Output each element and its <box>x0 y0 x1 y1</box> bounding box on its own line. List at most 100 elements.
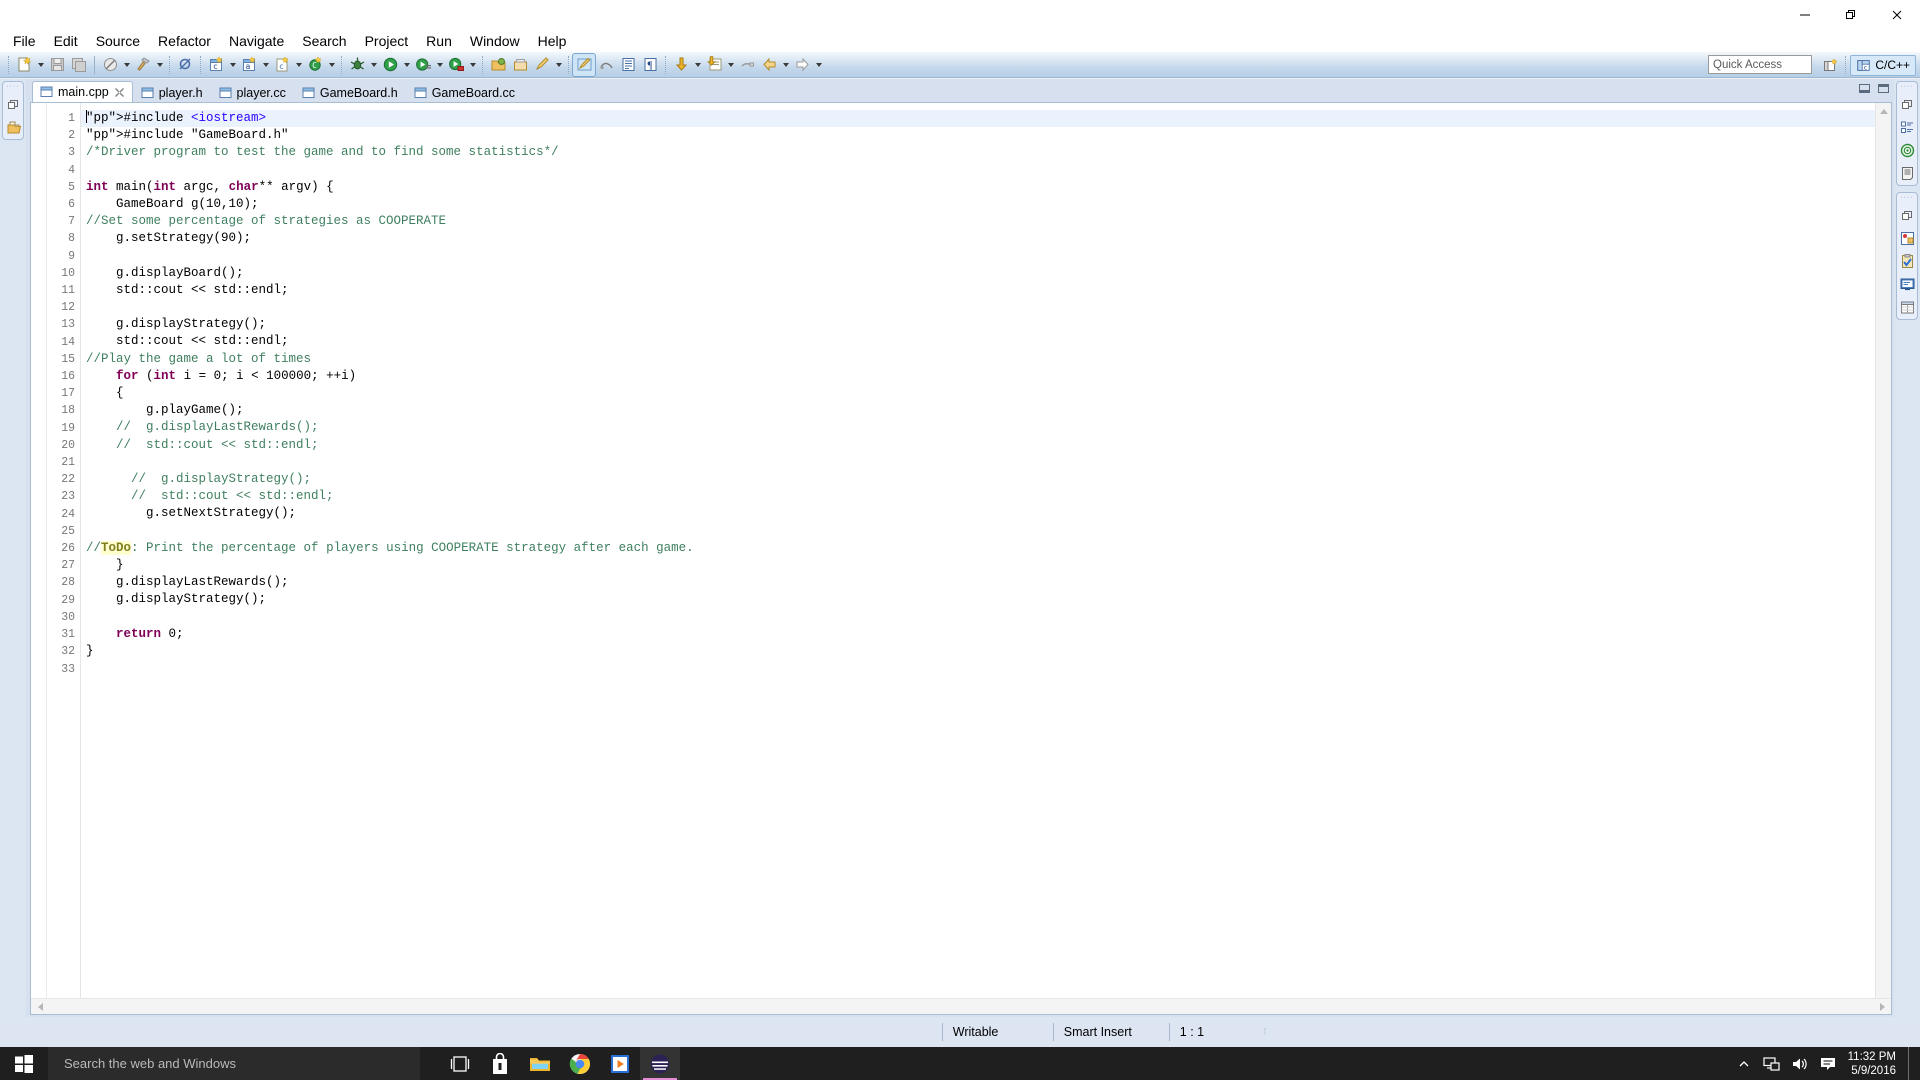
new-c-project-dropdown-arrow[interactable] <box>227 54 238 76</box>
run-icon[interactable] <box>379 54 401 76</box>
debug-dropdown-arrow[interactable] <box>368 54 379 76</box>
menu-navigate[interactable]: Navigate <box>220 30 293 52</box>
editor-tab-gameboard-cc[interactable]: GameBoard.cc <box>406 81 523 103</box>
external-tools-icon[interactable] <box>412 54 434 76</box>
next-annotation-icon[interactable] <box>670 54 692 76</box>
last-edit-location-icon[interactable] <box>736 54 758 76</box>
properties-view-icon[interactable] <box>1897 297 1917 317</box>
taskbar-search-input[interactable]: Search the web and Windows <box>48 1047 420 1080</box>
run-coverage-icon[interactable] <box>445 54 467 76</box>
new-file-icon[interactable] <box>13 54 35 76</box>
new-file-dropdown-arrow[interactable] <box>35 54 46 76</box>
status-drag-handle[interactable]: ⁞ <box>1250 1028 1280 1036</box>
new-source-file-icon[interactable]: c <box>271 54 293 76</box>
build-targets-icon[interactable] <box>1897 140 1917 160</box>
task-view-icon[interactable] <box>440 1047 480 1080</box>
editor-tab-gameboard-h[interactable]: GameBoard.h <box>294 81 406 103</box>
open-type-icon[interactable] <box>487 54 509 76</box>
open-perspective-icon[interactable] <box>1819 54 1841 76</box>
next-annotation-dropdown-arrow[interactable] <box>692 54 703 76</box>
editor-vertical-scrollbar[interactable] <box>1875 103 1891 998</box>
close-button[interactable] <box>1874 0 1920 30</box>
outline-view-icon[interactable] <box>1897 117 1917 137</box>
start-button[interactable] <box>0 1047 48 1080</box>
perspective-c-cpp[interactable]: c C/C++ <box>1850 54 1916 76</box>
toggle-block-selection-icon[interactable] <box>595 54 617 76</box>
eclipse-icon[interactable] <box>640 1047 680 1080</box>
pilcrow-icon[interactable]: ¶ <box>639 54 661 76</box>
editor-tab-player-cc[interactable]: player.cc <box>211 81 294 103</box>
rail-drag-handle[interactable]: ···· <box>1900 83 1913 91</box>
rail-drag-handle[interactable]: ···· <box>1900 194 1913 202</box>
tasks-view-icon[interactable] <box>1897 251 1917 271</box>
menu-file[interactable]: File <box>4 30 45 52</box>
save-icon[interactable] <box>46 54 68 76</box>
new-c-project-icon[interactable]: c <box>205 54 227 76</box>
problems-view-icon[interactable] <box>1897 228 1917 248</box>
forward-icon[interactable] <box>791 54 813 76</box>
network-icon[interactable] <box>1758 1047 1786 1080</box>
menu-window[interactable]: Window <box>461 30 529 52</box>
previous-annotation-dropdown-arrow[interactable] <box>725 54 736 76</box>
minimize-editor-icon[interactable] <box>1858 82 1871 100</box>
menu-refactor[interactable]: Refactor <box>149 30 220 52</box>
save-all-icon[interactable] <box>68 54 90 76</box>
scroll-right-arrow[interactable] <box>1874 1002 1890 1011</box>
menu-help[interactable]: Help <box>529 30 576 52</box>
minimize-button[interactable] <box>1782 0 1828 30</box>
chrome-icon[interactable] <box>560 1047 600 1080</box>
restore-view-icon[interactable] <box>1897 205 1917 225</box>
new-class-icon[interactable]: a <box>238 54 260 76</box>
forward-dropdown-arrow[interactable] <box>813 54 824 76</box>
scroll-up-arrow[interactable] <box>1876 103 1891 119</box>
build-all-dropdown-arrow[interactable] <box>121 54 132 76</box>
action-center-icon[interactable] <box>1814 1047 1842 1080</box>
back-dropdown-arrow[interactable] <box>780 54 791 76</box>
skip-breakpoints-icon[interactable] <box>174 54 196 76</box>
menu-source[interactable]: Source <box>87 30 149 52</box>
menu-project[interactable]: Project <box>356 30 418 52</box>
mark-occurrences-icon[interactable] <box>572 52 596 77</box>
volume-icon[interactable] <box>1786 1047 1814 1080</box>
close-icon[interactable] <box>114 87 125 98</box>
show-hidden-icons-chevron-icon[interactable] <box>1730 1047 1758 1080</box>
menu-edit[interactable]: Edit <box>45 30 87 52</box>
new-cpp-class-icon[interactable]: C <box>304 54 326 76</box>
annotation-ruler[interactable] <box>31 103 47 998</box>
previous-annotation-icon[interactable] <box>703 54 725 76</box>
quick-access-input[interactable]: Quick Access <box>1708 55 1812 74</box>
video-player-icon[interactable] <box>600 1047 640 1080</box>
maximize-editor-icon[interactable] <box>1877 82 1890 100</box>
taskbar-clock[interactable]: 11:32 PM 5/9/2016 <box>1842 1047 1908 1080</box>
store-icon[interactable] <box>480 1047 520 1080</box>
new-class-dropdown-arrow[interactable] <box>260 54 271 76</box>
open-element-icon[interactable] <box>509 54 531 76</box>
source-code-text[interactable]: "pp">#include <iostream> "pp">#include "G… <box>81 103 1891 998</box>
hammer-build-icon[interactable] <box>132 54 154 76</box>
console-view-icon[interactable] <box>1897 274 1917 294</box>
rail-drag-handle[interactable]: ···· <box>6 83 19 91</box>
editor-tab-main-cpp[interactable]: main.cpp <box>32 81 133 103</box>
project-explorer-icon[interactable] <box>3 117 23 137</box>
search-ruler-icon[interactable] <box>531 54 553 76</box>
search-dropdown-arrow[interactable] <box>553 54 564 76</box>
documentation-view-icon[interactable] <box>1897 163 1917 183</box>
show-desktop-button[interactable] <box>1908 1047 1914 1080</box>
menu-run[interactable]: Run <box>417 30 461 52</box>
run-dropdown-arrow[interactable] <box>401 54 412 76</box>
editor-horizontal-scrollbar[interactable] <box>31 998 1891 1014</box>
file-explorer-icon[interactable] <box>520 1047 560 1080</box>
debug-bug-icon[interactable] <box>346 54 368 76</box>
back-icon[interactable] <box>758 54 780 76</box>
run-coverage-dropdown-arrow[interactable] <box>467 54 478 76</box>
menu-search[interactable]: Search <box>293 30 355 52</box>
external-tools-dropdown-arrow[interactable] <box>434 54 445 76</box>
restore-view-icon[interactable] <box>1897 94 1917 114</box>
scroll-left-arrow[interactable] <box>32 1002 48 1011</box>
editor-tab-player-h[interactable]: player.h <box>133 81 211 103</box>
maximize-restore-button[interactable] <box>1828 0 1874 30</box>
restore-view-icon[interactable] <box>3 94 23 114</box>
new-source-file-dropdown-arrow[interactable] <box>293 54 304 76</box>
new-cpp-class-dropdown-arrow[interactable] <box>326 54 337 76</box>
show-whitespace-icon[interactable] <box>617 54 639 76</box>
